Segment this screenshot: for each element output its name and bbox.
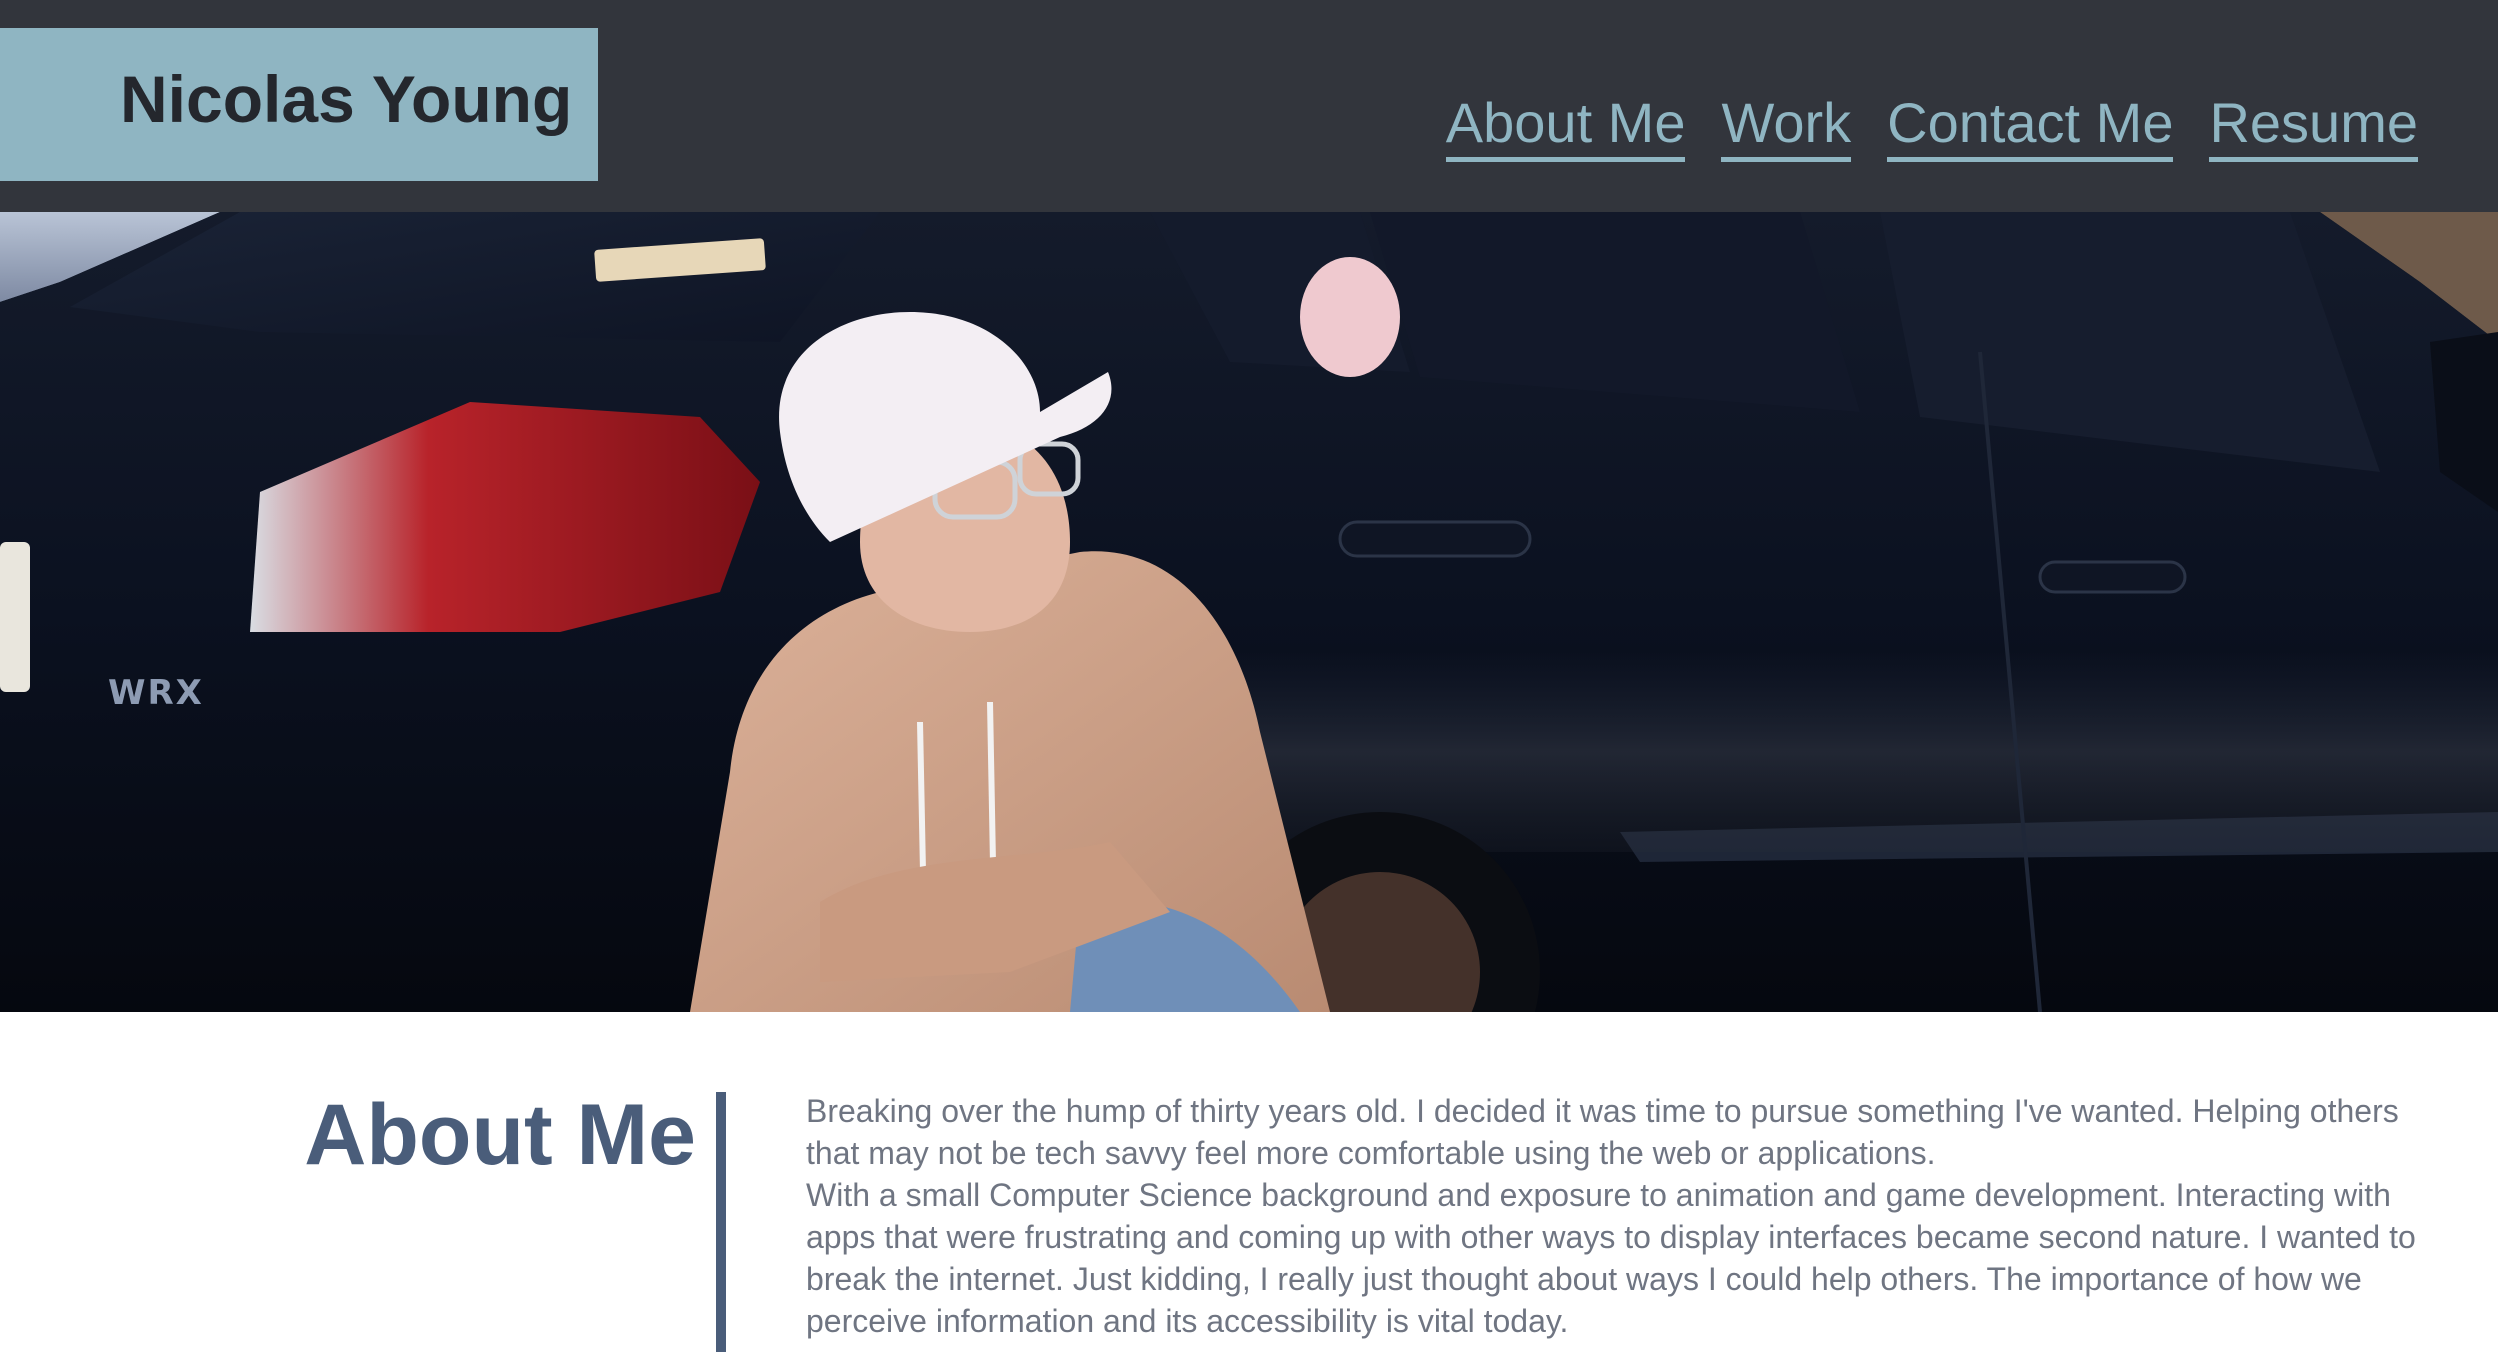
about-divider (716, 1092, 726, 1352)
hero-photo: WRX (0, 212, 2498, 1012)
nav-link-about-me[interactable]: About Me (1445, 95, 1686, 162)
main-nav: About Me Work Contact Me Resume (1445, 95, 2418, 162)
door-handle-1 (1338, 520, 1532, 558)
nav-link-resume[interactable]: Resume (2209, 95, 2418, 162)
anime-sticker (1300, 257, 1400, 377)
wrx-badge: WRX (108, 673, 204, 713)
about-paragraph: With a small Computer Science background… (806, 1177, 2416, 1339)
brand-box: Nicolas Young (0, 28, 598, 181)
about-heading: About Me (304, 1087, 696, 1183)
about-text: Breaking over the hump of thirty years o… (806, 1090, 2436, 1342)
door-handle-2 (2038, 560, 2187, 594)
about-section: About Me Breaking over the hump of thirt… (0, 1012, 2498, 1352)
nav-link-work[interactable]: Work (1721, 95, 1852, 162)
about-paragraph: Breaking over the hump of thirty years o… (806, 1093, 2399, 1171)
license-plate (0, 542, 30, 692)
body-reflection (1100, 652, 2498, 852)
site-header: Nicolas Young About Me Work Contact Me R… (0, 0, 2498, 212)
nav-link-contact-me[interactable]: Contact Me (1887, 95, 2174, 162)
site-title: Nicolas Young (120, 62, 573, 136)
hero-illustration: WRX (0, 212, 2498, 1012)
